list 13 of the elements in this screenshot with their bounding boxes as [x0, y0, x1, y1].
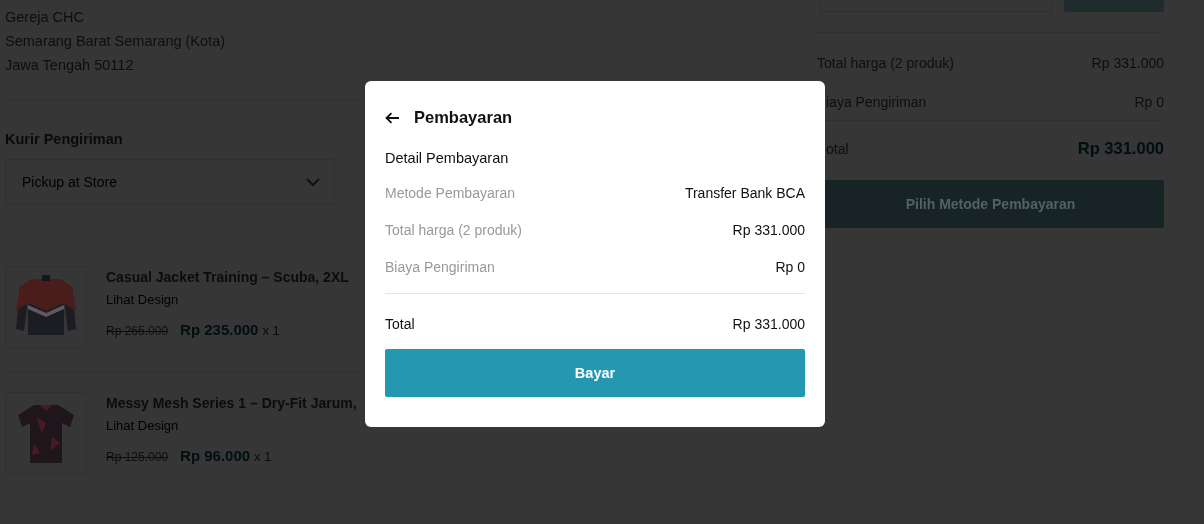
back-arrow-icon[interactable]	[385, 111, 400, 124]
detail-value: Transfer Bank BCA	[684, 185, 805, 201]
detail-label: Biaya Pengiriman	[385, 259, 495, 275]
total-label: Total	[385, 316, 415, 332]
pay-button[interactable]: Bayar	[385, 349, 805, 397]
detail-value: Rp 0	[775, 259, 805, 275]
chevron-down-icon	[306, 177, 320, 187]
detail-value: Rp 331.000	[732, 222, 805, 238]
section-heading: Detail Pembayaran	[385, 150, 510, 166]
detail-label: Total harga (2 produk)	[385, 222, 522, 238]
dialog-title: Pembayaran	[414, 108, 513, 127]
detail-label: Metode Pembayaran	[385, 185, 515, 201]
total-value: Rp 331.000	[732, 316, 805, 332]
